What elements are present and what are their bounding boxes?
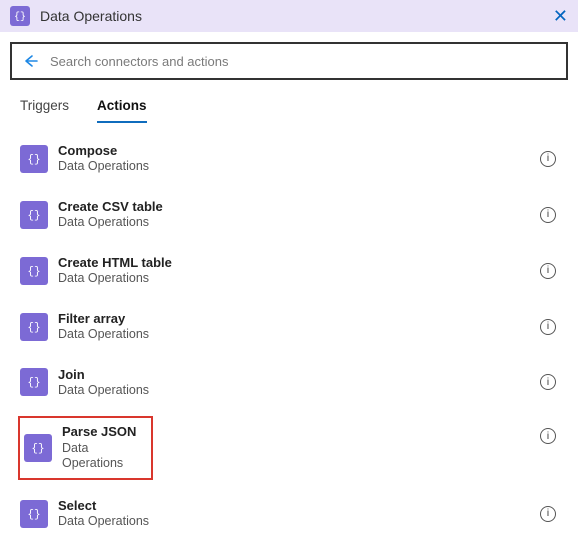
highlight-box: {} Parse JSON Data Operations <box>18 416 153 480</box>
braces-icon: {} <box>24 434 52 462</box>
info-icon[interactable]: i <box>540 428 556 444</box>
action-title: Create CSV table <box>58 199 163 215</box>
info-icon[interactable]: i <box>540 207 556 223</box>
svg-text:{}: {} <box>27 322 40 334</box>
braces-icon: {} <box>20 368 48 396</box>
info-icon[interactable]: i <box>540 319 556 335</box>
action-parse-json[interactable]: {} Parse JSON Data Operations <box>22 420 149 476</box>
action-subtitle: Data Operations <box>62 441 147 472</box>
search-bar[interactable] <box>10 42 568 80</box>
svg-text:{}: {} <box>27 154 40 166</box>
braces-icon: {} <box>20 257 48 285</box>
action-create-html-table[interactable]: {} Create HTML table Data Operations <box>16 249 562 293</box>
svg-text:{}: {} <box>31 443 44 455</box>
svg-text:{}: {} <box>27 266 40 278</box>
action-title: Parse JSON <box>62 424 147 440</box>
action-subtitle: Data Operations <box>58 271 172 287</box>
svg-text:{}: {} <box>27 377 40 389</box>
action-list: {} Compose Data Operations i {} Create C… <box>0 123 578 536</box>
header-title: Data Operations <box>40 8 142 24</box>
svg-text:{}: {} <box>14 11 26 23</box>
action-title: Join <box>58 367 149 383</box>
search-input[interactable] <box>50 54 556 69</box>
tab-actions[interactable]: Actions <box>97 98 147 123</box>
svg-text:{}: {} <box>27 210 40 222</box>
action-select[interactable]: {} Select Data Operations <box>16 492 562 536</box>
close-icon[interactable]: ✕ <box>553 6 568 27</box>
info-icon[interactable]: i <box>540 151 556 167</box>
braces-icon: {} <box>20 313 48 341</box>
action-filter-array[interactable]: {} Filter array Data Operations <box>16 305 562 349</box>
action-subtitle: Data Operations <box>58 383 149 399</box>
action-subtitle: Data Operations <box>58 327 149 343</box>
info-icon[interactable]: i <box>540 374 556 390</box>
action-title: Create HTML table <box>58 255 172 271</box>
braces-icon: {} <box>20 201 48 229</box>
action-join[interactable]: {} Join Data Operations <box>16 361 562 405</box>
action-create-csv-table[interactable]: {} Create CSV table Data Operations <box>16 193 562 237</box>
action-title: Filter array <box>58 311 149 327</box>
action-subtitle: Data Operations <box>58 159 149 175</box>
braces-icon: {} <box>20 145 48 173</box>
braces-icon: {} <box>20 500 48 528</box>
action-title: Compose <box>58 143 149 159</box>
info-icon[interactable]: i <box>540 263 556 279</box>
tab-triggers[interactable]: Triggers <box>20 98 69 123</box>
action-compose[interactable]: {} Compose Data Operations <box>16 137 562 181</box>
action-subtitle: Data Operations <box>58 514 149 530</box>
svg-text:{}: {} <box>27 509 40 521</box>
back-arrow-icon[interactable] <box>22 53 38 69</box>
action-title: Select <box>58 498 149 514</box>
connector-icon: {} <box>10 6 30 26</box>
action-subtitle: Data Operations <box>58 215 163 231</box>
info-icon[interactable]: i <box>540 506 556 522</box>
